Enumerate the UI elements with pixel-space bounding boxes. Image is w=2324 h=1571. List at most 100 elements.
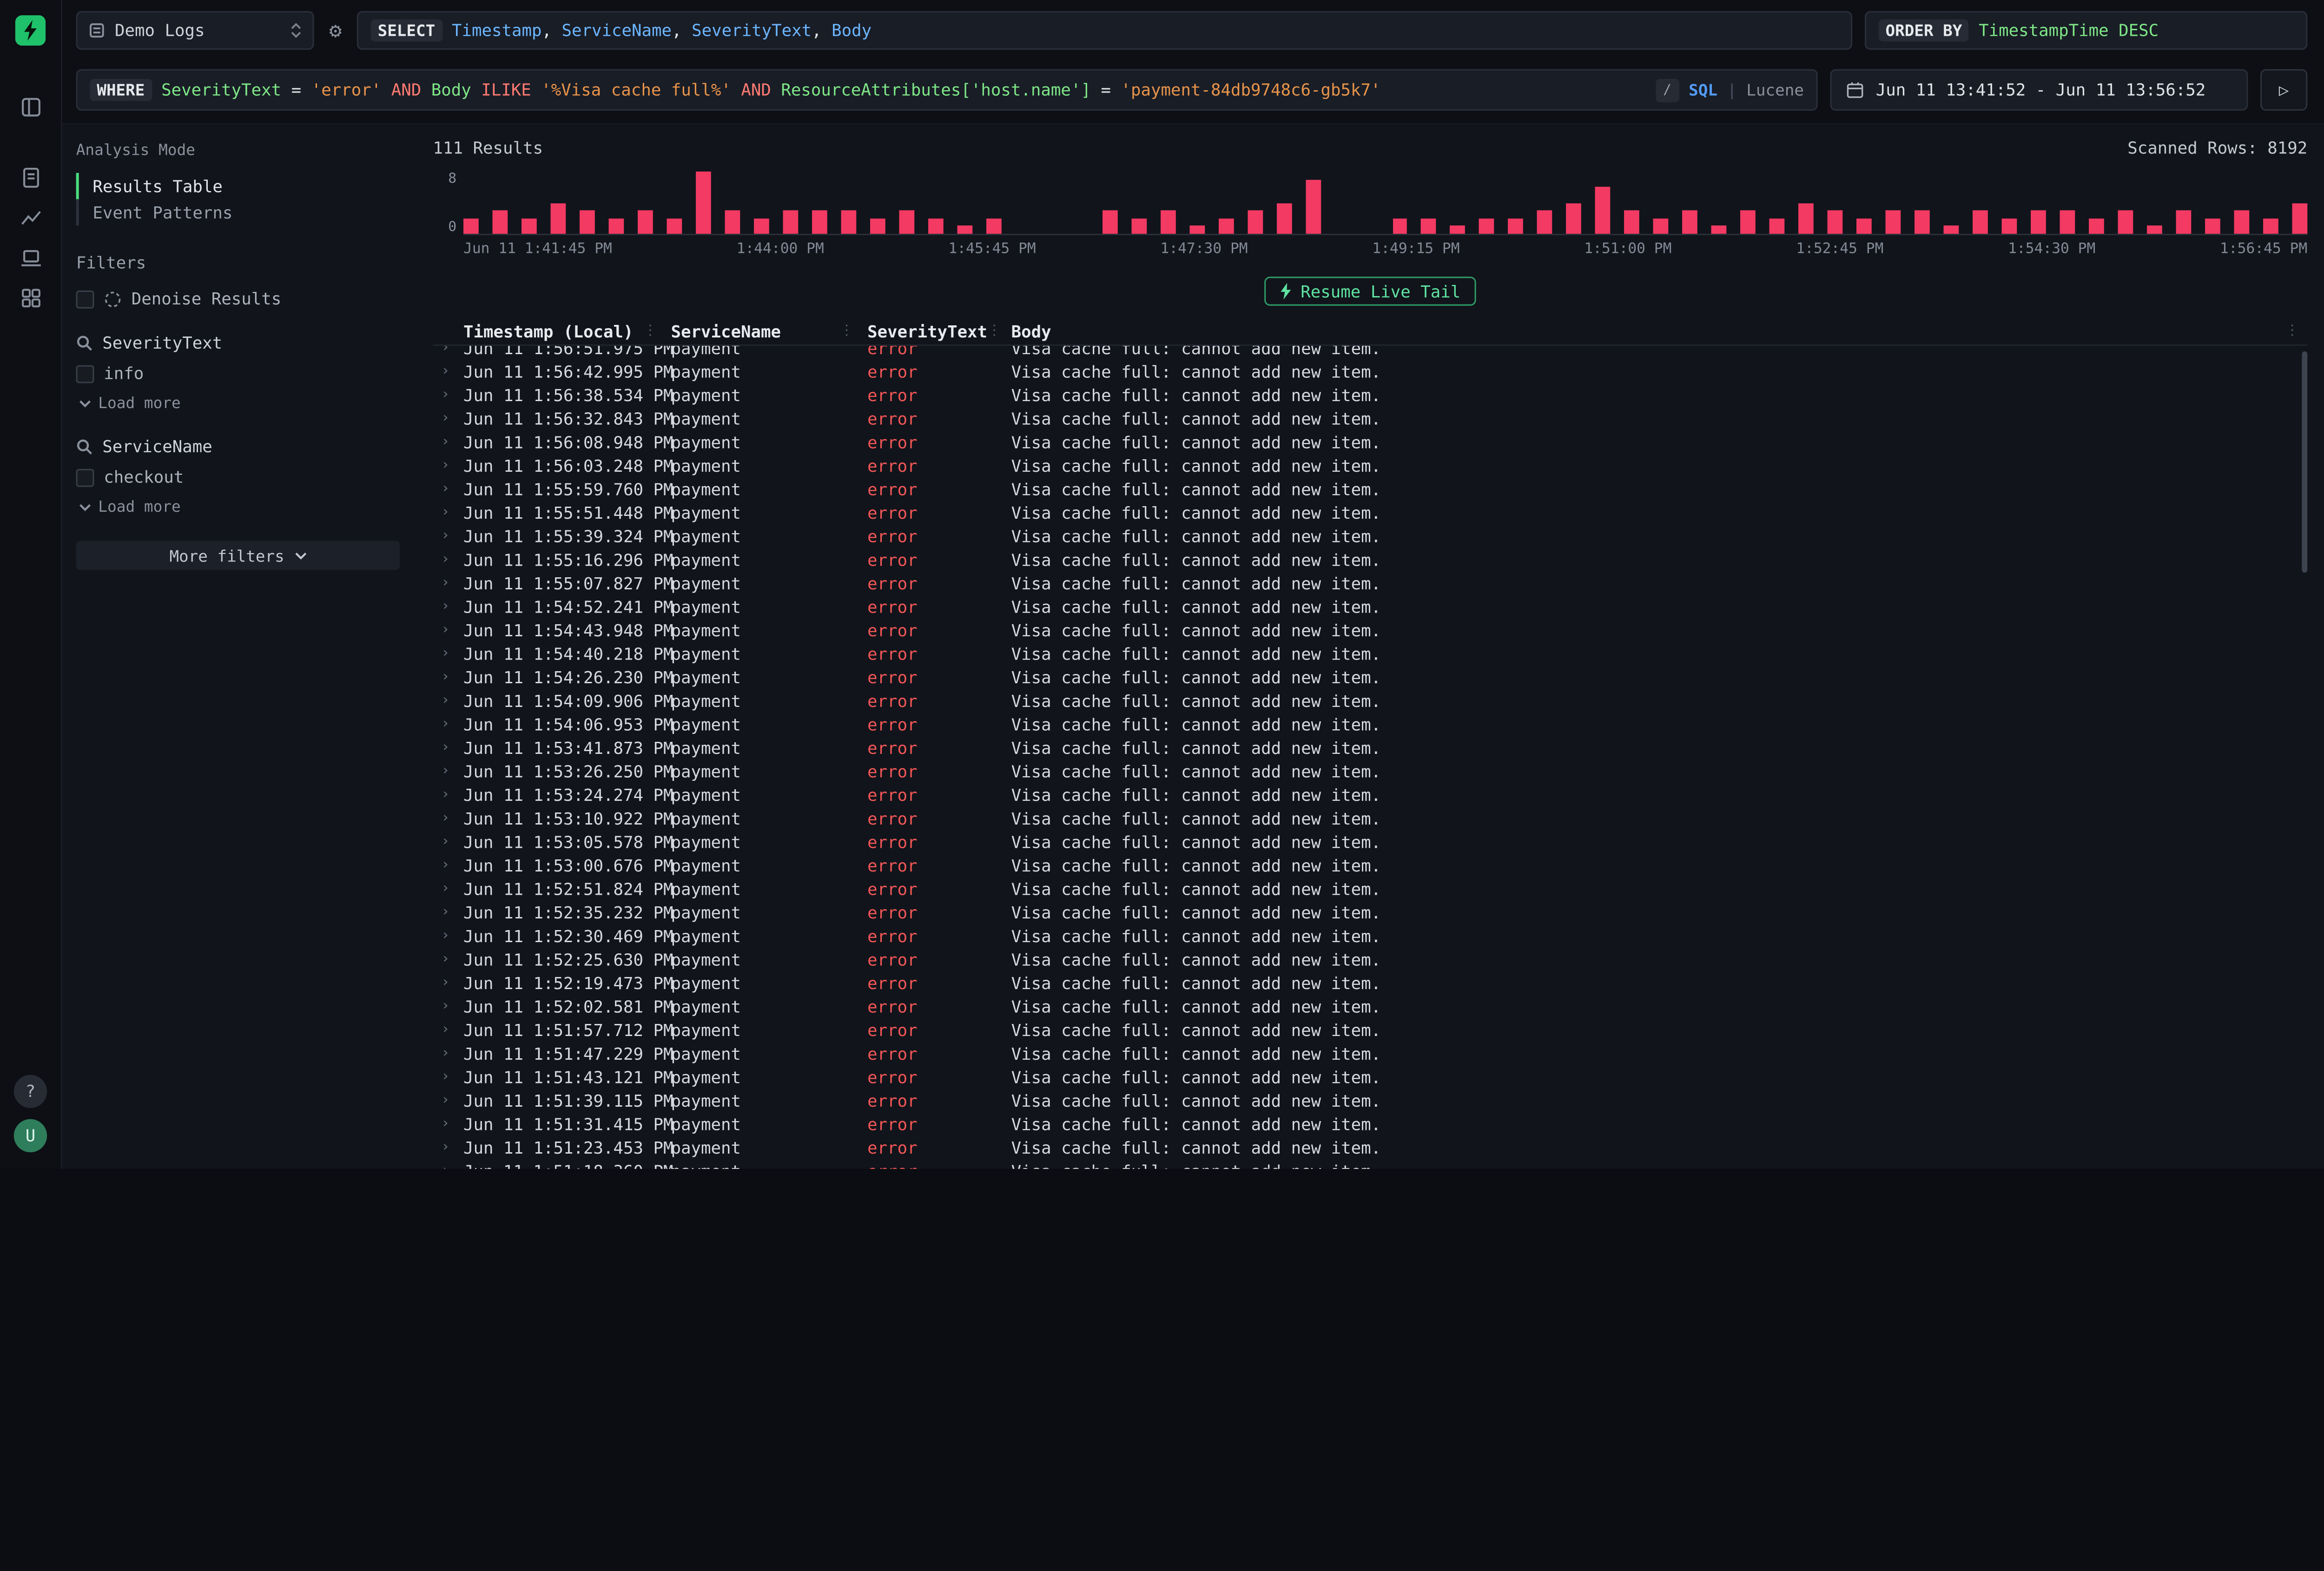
row-expand-icon[interactable]: › [433,740,463,755]
histogram-bar[interactable] [1479,218,1495,233]
table-row[interactable]: ›Jun 11 1:54:52.241 PMpaymenterrorVisa c… [433,595,2308,619]
histogram-bar[interactable] [783,211,798,234]
table-row[interactable]: ›Jun 11 1:56:38.534 PMpaymenterrorVisa c… [433,383,2308,407]
histogram-bar[interactable] [1741,211,1756,234]
table-row[interactable]: ›Jun 11 1:53:41.873 PMpaymenterrorVisa c… [433,736,2308,759]
table-row[interactable]: ›Jun 11 1:52:51.824 PMpaymenterrorVisa c… [433,877,2308,901]
histogram-bar[interactable] [870,218,885,233]
row-expand-icon[interactable]: › [433,975,463,990]
denoise-results-checkbox-row[interactable]: Denoise Results [76,289,400,309]
resume-live-tail-button[interactable]: Resume Live Tail [1265,277,1476,306]
histogram-bar[interactable] [928,218,943,233]
row-expand-icon[interactable]: › [433,364,463,379]
table-row[interactable]: ›Jun 11 1:52:19.473 PMpaymenterrorVisa c… [433,971,2308,995]
row-expand-icon[interactable]: › [433,811,463,826]
row-expand-icon[interactable]: › [433,575,463,591]
histogram-bar[interactable] [1624,211,1640,234]
histogram-bar[interactable] [1247,211,1262,234]
sessions-icon[interactable] [10,238,51,278]
histogram-bar[interactable] [1828,211,1843,234]
histogram-bar[interactable] [1596,187,1611,234]
table-menu-icon[interactable]: ⋮ [2285,323,2308,339]
row-expand-icon[interactable]: › [433,999,463,1014]
table-row[interactable]: ›Jun 11 1:56:03.248 PMpaymenterrorVisa c… [433,454,2308,477]
row-expand-icon[interactable]: › [433,717,463,732]
table-row[interactable]: ›Jun 11 1:56:32.843 PMpaymenterrorVisa c… [433,407,2308,430]
row-expand-icon[interactable]: › [433,1116,463,1132]
histogram-bar[interactable] [2176,211,2192,234]
table-row[interactable]: ›Jun 11 1:54:40.218 PMpaymenterrorVisa c… [433,642,2308,666]
row-expand-icon[interactable]: › [433,669,463,685]
filter-option-info[interactable]: info [76,364,400,383]
histogram-bar[interactable] [957,226,972,234]
histogram-bar[interactable] [2234,211,2250,234]
row-expand-icon[interactable]: › [433,1140,463,1155]
histogram-bar[interactable] [1683,211,1698,234]
histogram-bar[interactable] [1712,226,1727,234]
row-expand-icon[interactable]: › [433,1046,463,1061]
histogram-bar[interactable] [2002,218,2017,233]
histogram-bar[interactable] [1393,218,1408,233]
table-row[interactable]: ›Jun 11 1:52:35.232 PMpaymenterrorVisa c… [433,901,2308,924]
table-row[interactable]: ›Jun 11 1:55:59.760 PMpaymenterrorVisa c… [433,477,2308,501]
table-row[interactable]: ›Jun 11 1:54:43.948 PMpaymenterrorVisa c… [433,618,2308,642]
histogram-bar[interactable] [754,218,769,233]
table-row[interactable]: ›Jun 11 1:51:23.453 PMpaymenterrorVisa c… [433,1135,2308,1159]
histogram-bar[interactable] [2263,218,2278,233]
more-filters-button[interactable]: More filters [76,541,400,570]
table-row[interactable]: ›Jun 11 1:52:02.581 PMpaymenterrorVisa c… [433,995,2308,1018]
table-row[interactable]: ›Jun 11 1:55:16.296 PMpaymenterrorVisa c… [433,548,2308,572]
row-expand-icon[interactable]: › [433,599,463,614]
histogram-bar[interactable] [1189,226,1204,234]
table-row[interactable]: ›Jun 11 1:54:06.953 PMpaymenterrorVisa c… [433,713,2308,736]
histogram-bar[interactable] [1131,218,1146,233]
histogram-bar[interactable] [841,211,856,234]
column-resize-handle[interactable]: ⋮ [987,323,1001,339]
table-scrollbar[interactable] [2302,351,2307,573]
row-expand-icon[interactable]: › [433,693,463,708]
user-avatar[interactable]: U [14,1119,47,1152]
histogram-bar[interactable] [1857,218,1872,233]
table-row[interactable]: ›Jun 11 1:53:10.922 PMpaymenterrorVisa c… [433,806,2308,830]
row-expand-icon[interactable]: › [433,387,463,403]
histogram-bar[interactable] [1799,203,1814,234]
table-row[interactable]: ›Jun 11 1:53:00.676 PMpaymenterrorVisa c… [433,853,2308,877]
table-row[interactable]: ›Jun 11 1:54:09.906 PMpaymenterrorVisa c… [433,689,2308,713]
histogram-bar[interactable] [667,218,682,233]
histogram-bar[interactable] [1508,218,1524,233]
histogram-bar[interactable] [899,211,914,234]
histogram-bar[interactable] [1102,211,1117,234]
column-resize-handle[interactable]: ⋮ [643,323,657,339]
histogram-bar[interactable] [492,211,508,234]
row-expand-icon[interactable]: › [433,552,463,568]
table-row[interactable]: ›Jun 11 1:55:51.448 PMpaymenterrorVisa c… [433,501,2308,524]
checkout-checkbox[interactable] [76,468,94,486]
row-expand-icon[interactable]: › [433,528,463,544]
row-expand-icon[interactable]: › [433,346,463,356]
row-expand-icon[interactable]: › [433,764,463,779]
table-row[interactable]: ›Jun 11 1:56:42.995 PMpaymenterrorVisa c… [433,360,2308,383]
histogram-bar[interactable] [1915,211,1930,234]
histogram-bar[interactable] [1218,218,1234,233]
histogram-bar[interactable] [1538,211,1553,234]
table-row[interactable]: ›Jun 11 1:53:24.274 PMpaymenterrorVisa c… [433,783,2308,807]
source-select[interactable]: Demo Logs [76,11,314,50]
row-expand-icon[interactable]: › [433,928,463,944]
row-expand-icon[interactable]: › [433,858,463,873]
table-row[interactable]: ›Jun 11 1:52:30.469 PMpaymenterrorVisa c… [433,924,2308,948]
table-row[interactable]: ›Jun 11 1:51:18.360 PMpaymenterrorVisa c… [433,1159,2308,1169]
select-query-input[interactable]: SELECT Timestamp, ServiceName, SeverityT… [357,11,1852,50]
histogram-bar[interactable] [608,218,624,233]
histogram-bar[interactable] [1450,226,1466,234]
row-expand-icon[interactable]: › [433,458,463,473]
time-range-picker[interactable]: Jun 11 13:41:52 - Jun 11 13:56:52 [1830,69,2248,111]
row-expand-icon[interactable]: › [433,787,463,802]
histogram-bar[interactable] [696,172,711,234]
table-row[interactable]: ›Jun 11 1:53:05.578 PMpaymenterrorVisa c… [433,830,2308,854]
table-row[interactable]: ›Jun 11 1:55:07.827 PMpaymenterrorVisa c… [433,571,2308,595]
row-expand-icon[interactable]: › [433,881,463,897]
chart-icon[interactable] [10,198,51,238]
histogram-bar[interactable] [986,218,1001,233]
help-button[interactable]: ? [14,1075,47,1108]
histogram-bar[interactable] [2118,211,2133,234]
